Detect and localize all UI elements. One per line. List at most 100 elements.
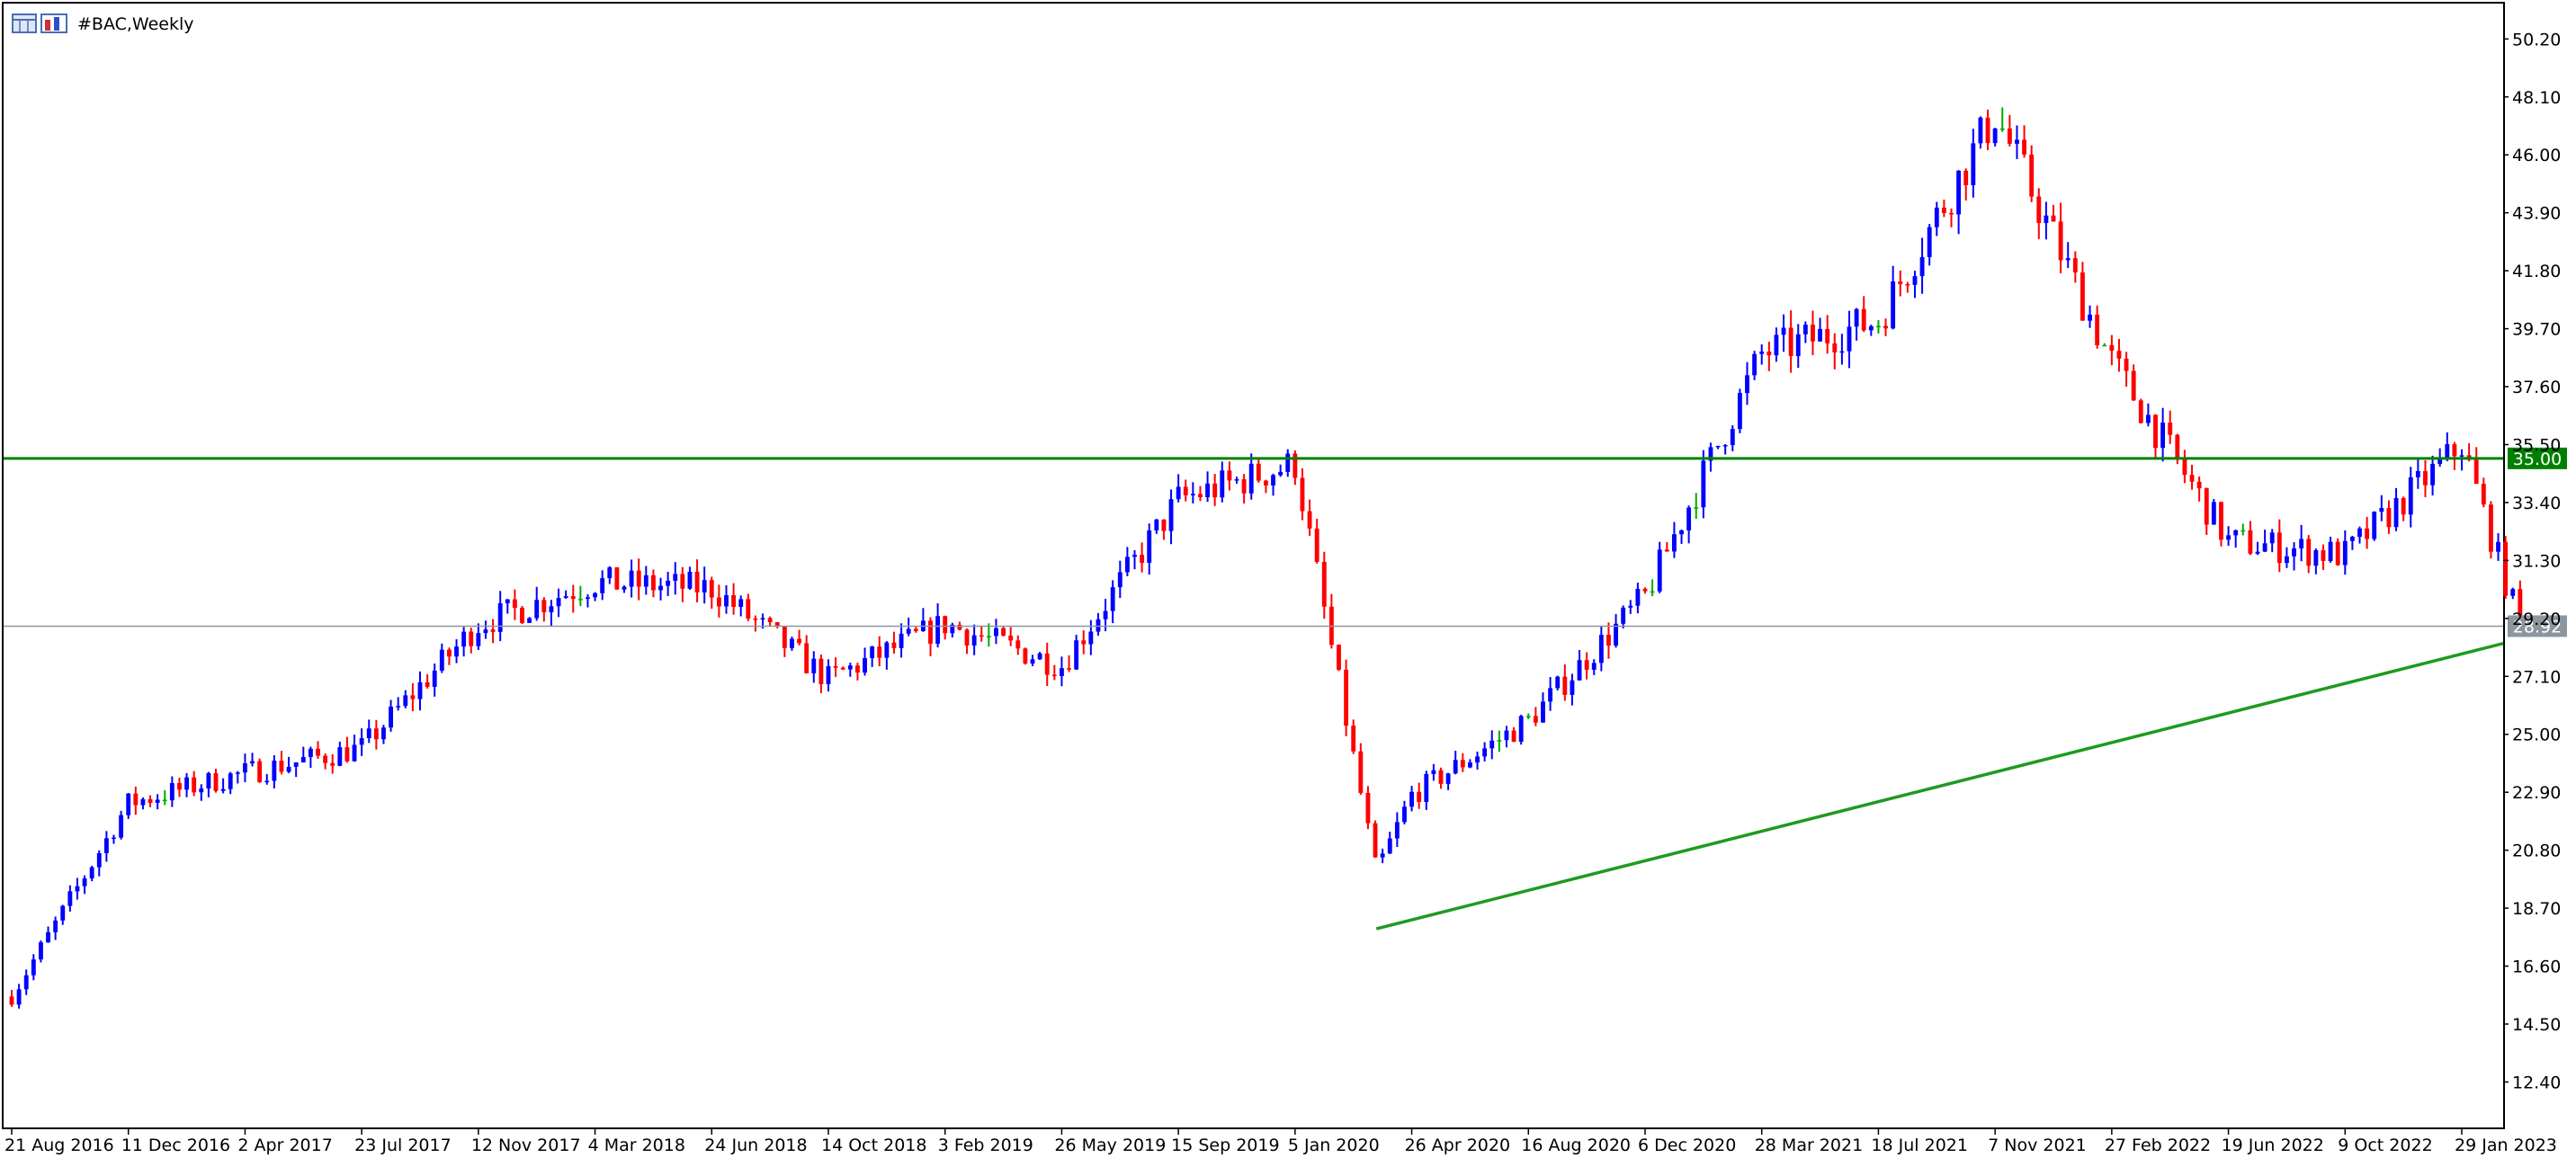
candle-body	[1898, 281, 1903, 285]
candle-body	[1212, 483, 1218, 498]
candle	[184, 772, 190, 797]
candle-body	[381, 727, 386, 740]
candle-body	[2015, 139, 2019, 144]
candle-body	[906, 628, 911, 634]
candle-body	[1533, 716, 1538, 723]
candle	[16, 984, 22, 1009]
candle	[2452, 441, 2457, 470]
candle	[1570, 673, 1575, 706]
chart-window-icon[interactable]	[12, 13, 37, 33]
candle	[1504, 726, 1509, 748]
candle-body	[577, 599, 583, 601]
candle-body	[600, 578, 605, 593]
x-tick-label: 2 Apr 2017	[237, 1136, 332, 1155]
candle	[2423, 459, 2428, 497]
candle-body	[658, 585, 663, 591]
candle	[1774, 327, 1779, 362]
candle-body	[943, 616, 948, 634]
candle	[920, 608, 926, 632]
candle-body	[2153, 414, 2158, 449]
time-axis[interactable]: 21 Aug 2016 11 Dec 2016 2 Apr 2017 23 Jul 2…	[4, 1127, 2557, 1155]
candle-body	[1409, 791, 1415, 807]
candle	[1154, 519, 1159, 534]
candle-body	[1861, 308, 1866, 331]
candle	[2044, 201, 2049, 240]
candle	[2306, 535, 2312, 574]
candle-body	[1839, 351, 1845, 353]
candle	[1394, 812, 1400, 848]
candle-body	[556, 598, 561, 607]
support-trendline[interactable]	[1375, 641, 2504, 931]
candle	[1263, 479, 1268, 494]
chart-window[interactable]: #BAC,Weekly 35.00 28.92 50.20 48.10 46.00 43…	[0, 0, 2576, 1167]
candle	[199, 784, 204, 801]
indicator-icon[interactable]	[40, 13, 67, 33]
y-tick-label: 22.90	[2512, 783, 2561, 803]
candle	[206, 771, 211, 797]
candle-body	[913, 628, 918, 631]
candle	[2226, 526, 2232, 547]
candle	[1387, 832, 1392, 854]
candle-body	[2044, 215, 2049, 224]
candle	[1088, 619, 1094, 655]
candle-body	[1417, 791, 1422, 803]
candle	[1227, 461, 1232, 491]
candle-body	[680, 574, 685, 589]
price-chart[interactable]: #BAC,Weekly 35.0028.92 50.20 48.10 46.00 43…	[0, 0, 2576, 1167]
candle-body	[2248, 530, 2253, 554]
candle-body	[38, 942, 43, 960]
candle	[629, 559, 634, 598]
candle	[2299, 524, 2304, 562]
candle-body	[96, 852, 102, 868]
candle	[1051, 664, 1057, 681]
candle	[1190, 482, 1195, 503]
chart-frame	[2, 2, 2505, 1129]
candle	[2051, 204, 2056, 222]
candle	[994, 619, 998, 645]
candle-body	[31, 959, 36, 975]
candle-body	[2292, 548, 2296, 557]
candle	[1402, 800, 1407, 824]
candle-body	[1438, 770, 1444, 784]
candle	[1453, 750, 1458, 775]
candle-body	[1642, 588, 1648, 592]
candle	[1248, 453, 1254, 500]
candle-body	[330, 762, 335, 766]
candle-body	[1124, 557, 1130, 573]
candle-body	[2488, 504, 2493, 552]
candle-body	[1227, 470, 1232, 481]
candle	[497, 591, 503, 642]
candle	[1591, 659, 1597, 675]
candle	[1300, 468, 1305, 521]
candle-body	[650, 575, 656, 591]
candle-body	[148, 798, 153, 803]
candle-body	[986, 636, 991, 637]
candle-body	[797, 638, 802, 644]
candle-body	[2095, 314, 2100, 346]
candle-body	[1132, 555, 1137, 557]
candle	[1752, 351, 1758, 380]
candle	[439, 643, 444, 673]
candle-body	[242, 763, 247, 773]
candle-body	[614, 566, 620, 590]
candle	[476, 623, 481, 651]
candle	[964, 628, 970, 655]
candle	[1562, 664, 1568, 701]
candle	[1971, 129, 1976, 198]
trendline-group	[1375, 641, 2504, 931]
candle	[702, 566, 707, 604]
candle-body	[847, 665, 853, 670]
candle	[512, 589, 517, 620]
candle-body	[826, 665, 831, 684]
candle	[1344, 659, 1349, 736]
candle	[870, 646, 875, 667]
price-axis[interactable]: 50.20 48.10 46.00 43.90 41.80 39.70 37.60 35.50…	[2503, 30, 2561, 1092]
candle	[2481, 477, 2486, 508]
candle-body	[476, 633, 481, 646]
candle	[1788, 310, 1793, 373]
candle-body	[1752, 353, 1758, 376]
candle-body	[2393, 497, 2399, 528]
candle-body	[1263, 480, 1268, 486]
candle-body	[60, 905, 66, 921]
candle-body	[199, 788, 204, 793]
